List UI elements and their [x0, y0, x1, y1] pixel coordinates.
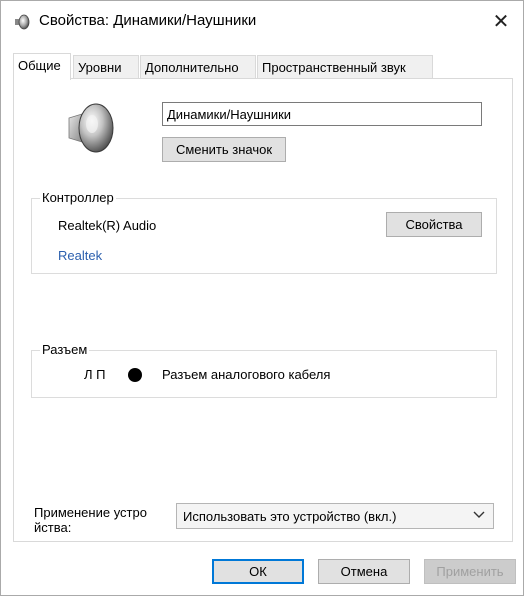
jack-group: Разъем Л П Разъем аналогового кабеля	[31, 342, 497, 398]
close-button[interactable]: ✕	[487, 7, 515, 35]
change-icon-button[interactable]: Сменить значок	[162, 137, 286, 162]
controller-group-label: Контроллер	[40, 190, 116, 205]
jack-group-label: Разъем	[40, 342, 90, 357]
close-icon: ✕	[492, 10, 510, 33]
controller-properties-button[interactable]: Свойства	[386, 212, 482, 237]
tab-bar: Общие Уровни Дополнительно Пространствен…	[13, 53, 513, 80]
controller-name: Realtek(R) Audio	[58, 218, 157, 233]
general-tab-panel: Сменить значок Контроллер Realtek(R) Aud…	[13, 78, 513, 542]
jack-channels: Л П	[84, 367, 106, 382]
speaker-title-icon	[15, 14, 30, 30]
jack-indicator-icon	[128, 368, 142, 382]
ok-button[interactable]: ОК	[212, 559, 304, 584]
device-usage-label: Применение устро йства:	[34, 505, 147, 535]
device-name-field[interactable]	[162, 102, 482, 126]
jack-description: Разъем аналогового кабеля	[162, 367, 331, 382]
controller-link[interactable]: Realtek	[58, 248, 102, 263]
cancel-button[interactable]: Отмена	[318, 559, 410, 584]
device-usage-value: Использовать это устройство (вкл.)	[183, 509, 397, 524]
controller-group: Контроллер Realtek(R) Audio Realtek Свой…	[31, 190, 497, 274]
window-title: Свойства: Динамики/Наушники	[39, 12, 257, 29]
tab-levels[interactable]: Уровни	[73, 55, 139, 79]
tab-general[interactable]: Общие	[13, 53, 71, 80]
tab-advanced[interactable]: Дополнительно	[140, 55, 256, 79]
properties-dialog: Свойства: Динамики/Наушники ✕ Общие Уров…	[0, 0, 524, 596]
speaker-icon	[68, 103, 114, 153]
apply-button[interactable]: Применить	[424, 559, 516, 584]
tab-spatial-sound[interactable]: Пространственный звук	[257, 55, 433, 79]
chevron-down-icon	[473, 511, 485, 518]
device-usage-select[interactable]: Использовать это устройство (вкл.)	[176, 503, 494, 529]
title-bar: Свойства: Динамики/Наушники ✕	[1, 1, 523, 41]
